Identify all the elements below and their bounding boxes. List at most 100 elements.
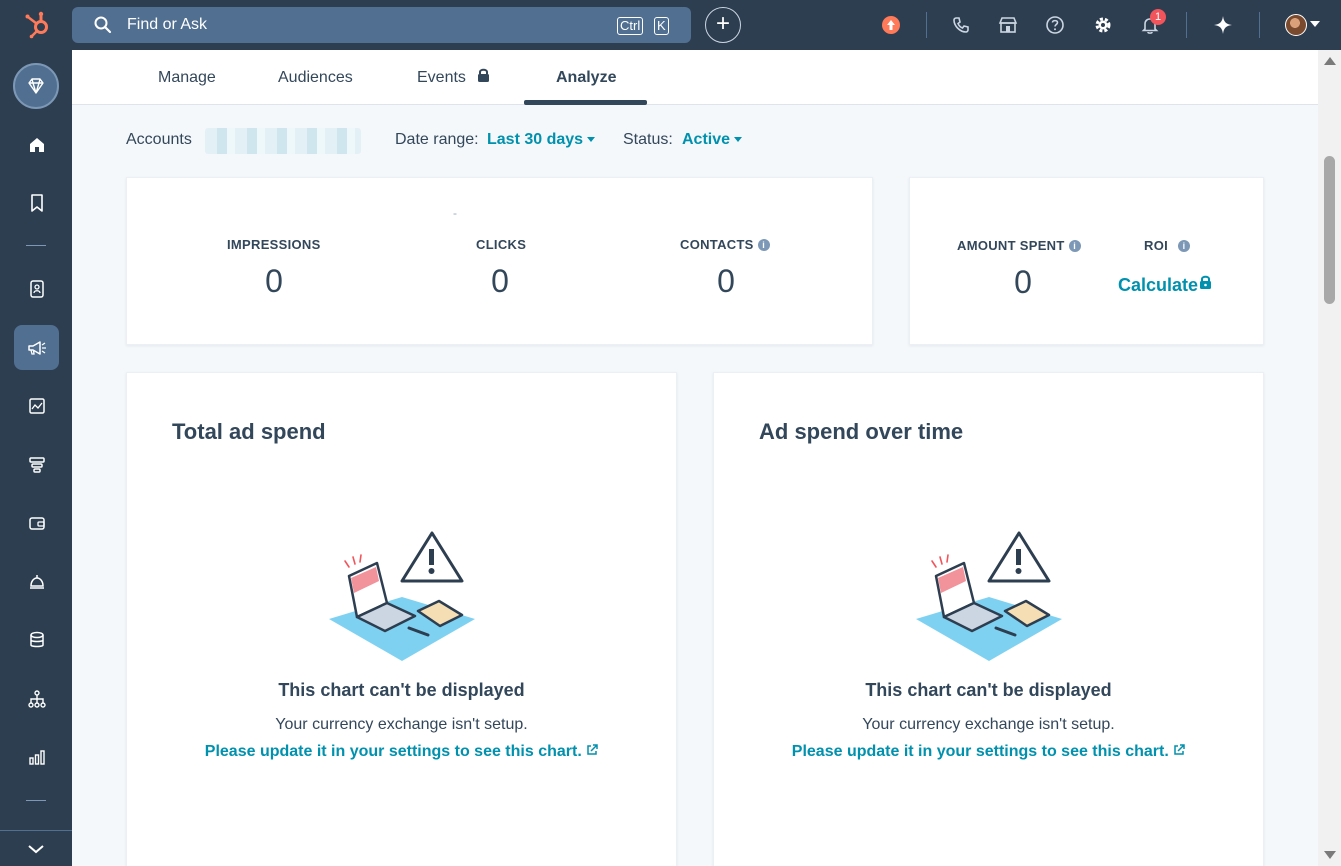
- global-search-bar[interactable]: Find or Ask Ctrl K: [72, 7, 691, 43]
- sidebar-divider: [26, 245, 46, 246]
- chevron-down-icon[interactable]: [1310, 21, 1320, 27]
- topbar-divider: [1259, 12, 1260, 38]
- content-icon: [28, 397, 45, 414]
- sidebar-item-bookmarks[interactable]: [14, 180, 59, 225]
- user-avatar[interactable]: [1285, 14, 1307, 36]
- search-icon: [94, 16, 112, 34]
- date-range-value: Last 30 days: [487, 131, 584, 148]
- status-dropdown[interactable]: Active: [682, 131, 743, 149]
- contacts-metric: CONTACTS i: [680, 237, 770, 252]
- update-settings-link[interactable]: Please update it in your settings to see…: [127, 743, 676, 761]
- left-sidebar: [0, 50, 72, 866]
- metrics-dash: -: [453, 206, 457, 220]
- sidebar-item-content[interactable]: [14, 383, 59, 428]
- sidebar-expand-button[interactable]: [0, 830, 72, 866]
- sidebar-item-commerce[interactable]: [14, 500, 59, 545]
- tab-audiences[interactable]: Audiences: [278, 69, 353, 87]
- megaphone-icon: [27, 340, 46, 355]
- amount-spent-label: AMOUNT SPENT: [957, 238, 1065, 253]
- update-settings-link-label: Please update it in your settings to see…: [204, 743, 582, 760]
- scrollbar-thumb[interactable]: [1324, 156, 1335, 304]
- create-new-button[interactable]: +: [705, 7, 741, 43]
- info-icon[interactable]: i: [1068, 240, 1081, 252]
- bar-chart-icon: [28, 749, 45, 765]
- topbar-divider: [926, 12, 927, 38]
- notifications-count-badge: 1: [1150, 9, 1166, 25]
- sidebar-item-data[interactable]: [14, 617, 59, 662]
- bookmark-icon: [30, 193, 43, 212]
- marketplace-icon[interactable]: [998, 15, 1018, 35]
- funnel-icon: [28, 456, 45, 473]
- sidebar-divider: [26, 800, 46, 801]
- phone-icon[interactable]: [951, 15, 971, 35]
- warning-laptop-illustration-icon: [916, 531, 1062, 661]
- search-placeholder: Find or Ask: [127, 16, 208, 33]
- external-link-icon: [587, 744, 598, 755]
- sidebar-item-automation[interactable]: [14, 676, 59, 721]
- contacts-book-icon: [29, 279, 44, 298]
- hubspot-logo-icon[interactable]: [22, 9, 54, 41]
- home-icon: [29, 137, 44, 152]
- ai-sparkle-icon[interactable]: [1213, 15, 1233, 35]
- calculate-roi-link[interactable]: Calculate: [1118, 274, 1213, 296]
- roi-label: ROI: [1144, 238, 1169, 253]
- database-icon: [29, 631, 44, 647]
- status-label: Status:: [623, 131, 673, 148]
- update-settings-link-label: Please update it in your settings to see…: [791, 743, 1169, 760]
- spend-roi-card: AMOUNT SPENT i 0 ROI i Calculate: [909, 177, 1264, 345]
- tab-analyze[interactable]: Analyze: [556, 69, 616, 87]
- external-link-icon: [1174, 744, 1185, 755]
- date-range-label: Date range:: [395, 131, 479, 148]
- top-navigation-bar: Find or Ask Ctrl K + 1: [0, 0, 1341, 50]
- chevron-down-icon: [28, 844, 44, 853]
- clicks-label: CLICKS: [476, 237, 527, 252]
- org-chart-icon: [27, 689, 46, 708]
- chart-title: Total ad spend: [172, 419, 326, 444]
- service-bell-icon: [29, 574, 44, 589]
- shortcut-ctrl-key: Ctrl: [617, 17, 644, 35]
- clicks-value: 0: [491, 263, 509, 299]
- sidebar-item-home[interactable]: [14, 122, 59, 167]
- upgrade-arrow-icon[interactable]: [881, 15, 901, 35]
- scroll-down-arrow-icon[interactable]: [1324, 851, 1336, 859]
- page-scrollbar[interactable]: [1318, 50, 1341, 866]
- help-icon[interactable]: [1045, 15, 1065, 35]
- update-settings-link[interactable]: Please update it in your settings to see…: [714, 743, 1263, 761]
- info-icon[interactable]: i: [1178, 240, 1191, 252]
- calculate-roi-label: Calculate: [1118, 275, 1199, 295]
- amount-spent-metric: AMOUNT SPENT i: [957, 238, 1081, 253]
- sidebar-item-marketing[interactable]: [14, 325, 59, 370]
- topbar-divider: [1186, 12, 1187, 38]
- shortcut-k-key: K: [654, 17, 669, 35]
- tab-manage[interactable]: Manage: [158, 69, 216, 87]
- sidebar-item-premium[interactable]: [13, 63, 59, 109]
- caret-down-icon: [734, 137, 743, 143]
- sidebar-item-crm[interactable]: [14, 266, 59, 311]
- accounts-selector[interactable]: [205, 128, 361, 154]
- caret-down-icon: [587, 137, 596, 143]
- impressions-label: IMPRESSIONS: [227, 237, 321, 252]
- ad-spend-over-time-card: Ad spend over time This chart can't be d…: [713, 372, 1264, 866]
- empty-state-message: Your currency exchange isn't setup.: [862, 716, 1115, 733]
- empty-state-title: This chart can't be displayed: [278, 680, 525, 700]
- active-tab-indicator: [524, 100, 647, 105]
- tab-events[interactable]: Events: [417, 69, 466, 87]
- impressions-value: 0: [265, 263, 283, 299]
- sidebar-item-reporting[interactable]: [14, 734, 59, 779]
- lock-icon: [1200, 275, 1212, 289]
- chart-title: Ad spend over time: [759, 419, 964, 444]
- info-icon[interactable]: i: [757, 239, 770, 251]
- sidebar-item-service[interactable]: [14, 559, 59, 604]
- empty-state-message: Your currency exchange isn't setup.: [275, 716, 528, 733]
- sidebar-item-sales[interactable]: [14, 442, 59, 487]
- contacts-label: CONTACTS: [680, 237, 754, 252]
- scroll-up-arrow-icon[interactable]: [1324, 57, 1336, 65]
- accounts-label: Accounts: [126, 131, 192, 148]
- ads-tab-bar: Manage Audiences Events Analyze: [72, 50, 1318, 105]
- empty-state-title: This chart can't be displayed: [865, 680, 1112, 700]
- date-range-dropdown[interactable]: Last 30 days: [487, 131, 596, 149]
- wallet-icon: [28, 516, 45, 530]
- amount-spent-value: 0: [1014, 264, 1032, 300]
- settings-gear-icon[interactable]: [1093, 15, 1113, 35]
- lock-icon: [478, 68, 489, 82]
